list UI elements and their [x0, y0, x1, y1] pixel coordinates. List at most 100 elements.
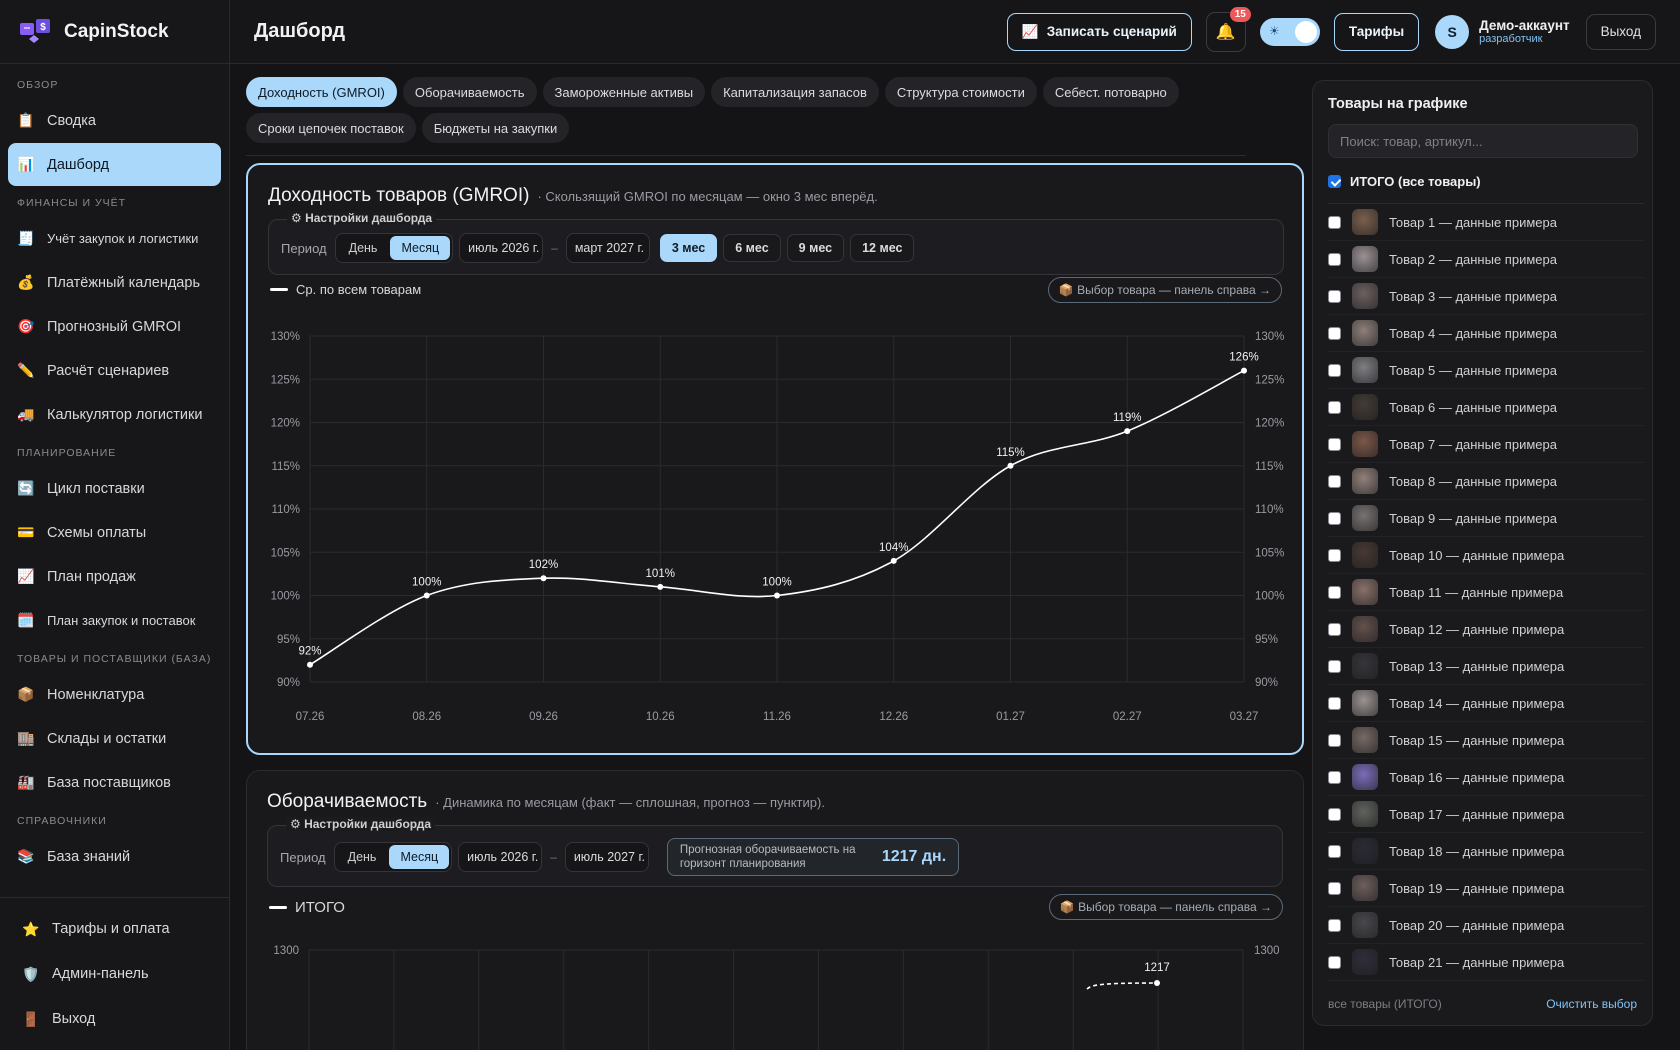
product-checkbox[interactable]: [1328, 659, 1341, 673]
granularity-month[interactable]: Месяц: [390, 236, 451, 260]
product-row[interactable]: Товар 2 — данные примера: [1328, 241, 1644, 278]
theme-toggle[interactable]: ☀: [1259, 17, 1320, 46]
product-row[interactable]: Товар 15 — данные примера: [1328, 722, 1644, 759]
window-pill[interactable]: 12 мес: [850, 234, 915, 262]
product-checkbox[interactable]: [1328, 474, 1341, 488]
product-row[interactable]: Товар 17 — данные примера: [1328, 796, 1644, 833]
total-checkbox[interactable]: [1328, 175, 1341, 188]
window-pill[interactable]: 3 мес: [659, 234, 718, 262]
product-checkbox[interactable]: [1328, 215, 1341, 229]
sidebar-item[interactable]: 📋 Сводка: [8, 99, 221, 142]
brand[interactable]: $ CapinStock: [0, 0, 229, 64]
product-row[interactable]: Товар 9 — данные примера: [1328, 500, 1644, 537]
sidebar-item[interactable]: 🔄 Цикл поставки: [8, 467, 221, 510]
y-tick-label-right: 120%: [1255, 418, 1284, 430]
dashboard-tab[interactable]: Бюджеты на закупки: [421, 113, 570, 143]
granularity-day[interactable]: День: [337, 845, 388, 869]
dashboard-tab[interactable]: Капитализация запасов: [711, 77, 879, 107]
total-checkbox-row[interactable]: ИТОГО (все товары): [1328, 174, 1481, 189]
product-checkbox[interactable]: [1328, 696, 1341, 710]
dashboard-tab[interactable]: Доходность (GMROI): [246, 77, 397, 107]
product-row[interactable]: Товар 7 — данные примера: [1328, 426, 1644, 463]
product-checkbox[interactable]: [1328, 733, 1341, 747]
plans-button[interactable]: Тарифы: [1333, 12, 1420, 51]
product-checkbox[interactable]: [1328, 437, 1341, 451]
sidebar-bottom-item[interactable]: ⭐ Тарифы и оплата: [8, 907, 221, 951]
product-pick-hint[interactable]: 📦 Выбор товара — панель справа →: [1047, 277, 1282, 303]
product-row[interactable]: Товар 5 — данные примера: [1328, 352, 1644, 389]
product-checkbox[interactable]: [1328, 770, 1341, 784]
sidebar-item[interactable]: ✏️ Расчёт сценариев: [8, 349, 221, 392]
product-checkbox[interactable]: [1328, 585, 1341, 599]
sidebar-item[interactable]: 💳 Схемы оплаты: [8, 511, 221, 554]
date-to-field[interactable]: март 2027 г.: [565, 233, 650, 263]
product-checkbox[interactable]: [1328, 289, 1341, 303]
product-checkbox[interactable]: [1328, 363, 1341, 377]
sidebar-item[interactable]: 🚚 Калькулятор логистики: [8, 393, 221, 436]
sidebar-item[interactable]: 🧾 Учёт закупок и логистики: [8, 217, 221, 260]
product-row[interactable]: Товар 8 — данные примера: [1328, 463, 1644, 500]
product-row[interactable]: Товар 4 — данные примера: [1328, 315, 1644, 352]
record-scenario-button[interactable]: 📈 Записать сценарий: [1006, 12, 1192, 51]
product-checkbox[interactable]: [1328, 918, 1341, 932]
product-row[interactable]: Товар 12 — данные примера: [1328, 611, 1644, 648]
date-from-field[interactable]: июль 2026 г.: [459, 233, 544, 263]
sidebar-bottom-item[interactable]: 🛡️ Админ-панель: [8, 952, 221, 996]
granularity-month[interactable]: Месяц: [389, 845, 450, 869]
product-row[interactable]: Товар 13 — данные примера: [1328, 648, 1644, 685]
sidebar-item[interactable]: 📦 Номенклатура: [8, 673, 221, 716]
product-row[interactable]: Товар 6 — данные примера: [1328, 389, 1644, 426]
product-checkbox[interactable]: [1328, 807, 1341, 821]
sidebar-item[interactable]: 💰 Платёжный календарь: [8, 261, 221, 304]
clear-selection-link[interactable]: Очистить выбор: [1546, 997, 1637, 1011]
product-pick-hint[interactable]: 📦 Выбор товара — панель справа →: [1048, 894, 1283, 920]
product-checkbox[interactable]: [1328, 955, 1341, 969]
product-row[interactable]: Товар 14 — данные примера: [1328, 685, 1644, 722]
sidebar-bottom-item[interactable]: 🚪 Выход: [8, 997, 221, 1041]
dashboard-tab[interactable]: Сроки цепочек поставок: [246, 113, 416, 143]
product-checkbox[interactable]: [1328, 881, 1341, 895]
dashboard-tab[interactable]: Замороженные активы: [542, 77, 706, 107]
sidebar-item[interactable]: 📈 План продаж: [8, 555, 221, 598]
sidebar-item[interactable]: 📊 Дашборд: [8, 143, 221, 186]
product-row[interactable]: Товар 3 — данные примера: [1328, 278, 1644, 315]
dashboard-tab[interactable]: Себест. потоварно: [1042, 77, 1179, 107]
product-checkbox[interactable]: [1328, 844, 1341, 858]
notifications-button[interactable]: 🔔 15: [1205, 6, 1251, 52]
sidebar-item[interactable]: 🎯 Прогнозный GMROI: [8, 305, 221, 348]
dashboard-tab[interactable]: Структура стоимости: [884, 77, 1037, 107]
granularity-day[interactable]: День: [338, 236, 389, 260]
product-checkbox[interactable]: [1328, 548, 1341, 562]
sidebar-item-label: Платёжный календарь: [47, 274, 200, 291]
sidebar-item[interactable]: 📚 База знаний: [8, 835, 221, 878]
product-row[interactable]: Товар 19 — данные примера: [1328, 870, 1644, 907]
y-tick-label: 130%: [271, 331, 300, 343]
product-row[interactable]: Товар 21 — данные примера: [1328, 944, 1644, 981]
product-label: Товар 16 — данные примера: [1389, 769, 1565, 785]
product-checkbox[interactable]: [1328, 511, 1341, 525]
product-checkbox[interactable]: [1328, 326, 1341, 340]
dashboard-tab[interactable]: Оборачиваемость: [402, 77, 537, 107]
user-menu[interactable]: S Демо-аккаунт разработчик: [1435, 14, 1570, 49]
product-row[interactable]: Товар 10 — данные примера: [1328, 537, 1644, 574]
product-row[interactable]: Товар 20 — данные примера: [1328, 907, 1644, 944]
product-checkbox[interactable]: [1328, 252, 1341, 266]
product-row[interactable]: Товар 18 — данные примера: [1328, 833, 1644, 870]
date-to-field[interactable]: июль 2027 г.: [564, 842, 649, 872]
sidebar-item[interactable]: 🏬 Склады и остатки: [8, 717, 221, 760]
product-checkbox[interactable]: [1328, 400, 1341, 414]
product-checkbox[interactable]: [1328, 622, 1341, 636]
nav-icon: 🏭: [17, 774, 35, 790]
product-row[interactable]: Товар 1 — данные примера: [1328, 204, 1644, 241]
date-from-field[interactable]: июль 2026 г.: [458, 842, 543, 872]
logout-button[interactable]: Выход: [1585, 13, 1656, 50]
window-pill[interactable]: 6 мес: [723, 234, 781, 262]
product-row[interactable]: Товар 11 — данные примера: [1328, 574, 1644, 611]
sidebar-item-label: Тарифы и оплата: [52, 921, 170, 937]
sidebar-item[interactable]: 🗓️ План закупок и поставок: [8, 599, 221, 642]
nav-section-title: ФИНАНСЫ И УЧЁТ: [17, 197, 127, 209]
product-search-input[interactable]: [1328, 124, 1638, 158]
product-row[interactable]: Товар 16 — данные примера: [1328, 759, 1644, 796]
window-pill[interactable]: 9 мес: [786, 234, 845, 262]
sidebar-item[interactable]: 🏭 База поставщиков: [8, 761, 221, 804]
